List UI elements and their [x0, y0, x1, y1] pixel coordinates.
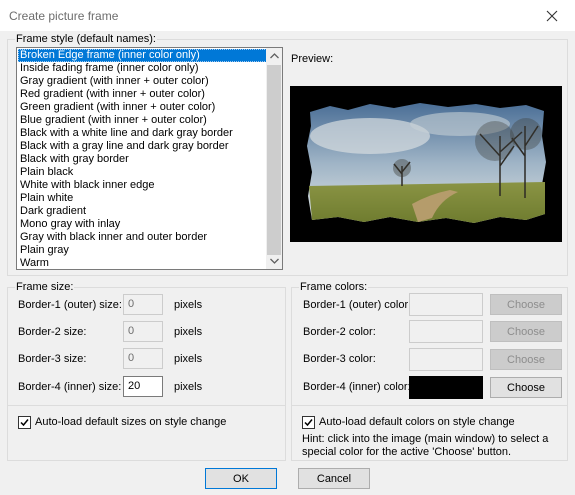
- window-title: Create picture frame: [9, 9, 119, 23]
- border1-size-input[interactable]: 0: [123, 294, 163, 315]
- frame-style-list-item[interactable]: Red gradient (with inner + outer color): [18, 88, 267, 101]
- chevron-up-icon: [269, 53, 279, 59]
- frame-style-legend: Frame style (default names):: [15, 33, 157, 45]
- border2-color-swatch: [409, 320, 483, 343]
- frame-style-list-item[interactable]: Inside fading frame (inner color only): [18, 62, 267, 75]
- frame-style-list-item[interactable]: Mono gray with inlay: [18, 218, 267, 231]
- border2-size-label: Border-2 size:: [18, 326, 87, 338]
- frame-style-list-item[interactable]: Plain gray: [18, 244, 267, 257]
- border2-choose-button[interactable]: Choose: [490, 321, 562, 342]
- frame-style-list-item[interactable]: Gray with black inner and outer border: [18, 231, 267, 244]
- scroll-down-button[interactable]: [266, 253, 282, 269]
- close-button[interactable]: [529, 0, 575, 31]
- border3-size-input[interactable]: 0: [123, 348, 163, 369]
- autoload-sizes-label[interactable]: Auto-load default sizes on style change: [35, 416, 226, 428]
- border1-color-swatch: [409, 293, 483, 316]
- autoload-sizes-checkbox[interactable]: [18, 416, 31, 429]
- border1-color-label: Border-1 (outer) color:: [303, 299, 412, 311]
- preview-label: Preview:: [291, 53, 334, 65]
- frame-colors-legend: Frame colors:: [299, 281, 369, 293]
- border4-size-label: Border-4 (inner) size:: [18, 381, 122, 393]
- border4-choose-button[interactable]: Choose: [490, 377, 562, 398]
- border2-size-unit: pixels: [174, 326, 203, 338]
- border3-size-unit: pixels: [174, 353, 203, 365]
- cancel-button[interactable]: Cancel: [298, 468, 370, 489]
- frame-style-list-item[interactable]: Plain white: [18, 192, 267, 205]
- scroll-thumb[interactable]: [267, 65, 281, 255]
- border1-size-unit: pixels: [174, 299, 203, 311]
- preview-image: [290, 86, 562, 242]
- frame-size-legend: Frame size:: [15, 281, 75, 293]
- title-bar: Create picture frame: [0, 0, 575, 31]
- border4-size-unit: pixels: [174, 381, 203, 393]
- border3-color-swatch: [409, 348, 483, 371]
- frame-style-list-item[interactable]: White with black inner edge: [18, 179, 267, 192]
- border3-color-label: Border-3 color:: [303, 353, 376, 365]
- border2-color-label: Border-2 color:: [303, 326, 376, 338]
- frame-style-list-item[interactable]: Black with a white line and dark gray bo…: [18, 127, 267, 140]
- checkmark-icon: [20, 419, 29, 427]
- list-scrollbar[interactable]: [266, 48, 282, 269]
- hint-line-1: Hint: click into the image (main window)…: [302, 433, 549, 445]
- ok-button[interactable]: OK: [205, 468, 277, 489]
- border4-color-swatch: [409, 376, 483, 399]
- autoload-colors-label[interactable]: Auto-load default colors on style change: [319, 416, 515, 428]
- border3-choose-button[interactable]: Choose: [490, 349, 562, 370]
- frame-style-list-item[interactable]: Green gradient (with inner + outer color…: [18, 101, 267, 114]
- frame-style-list-item[interactable]: Black with gray border: [18, 153, 267, 166]
- frame-style-list-item[interactable]: Black with a gray line and dark gray bor…: [18, 140, 267, 153]
- border3-size-label: Border-3 size:: [18, 353, 87, 365]
- landscape-preview-image: [307, 103, 546, 223]
- frame-style-list-item[interactable]: Gray gradient (with inner + outer color): [18, 75, 267, 88]
- autoload-colors-checkbox[interactable]: [302, 416, 315, 429]
- frame-style-list-item[interactable]: Dark gradient: [18, 205, 267, 218]
- chevron-down-icon: [269, 258, 279, 264]
- frame-style-list-item[interactable]: Blue gradient (with inner + outer color): [18, 114, 267, 127]
- size-autoload-section: [7, 405, 286, 461]
- checkmark-icon: [304, 419, 313, 427]
- frame-style-list-item[interactable]: Broken Edge frame (inner color only): [18, 49, 267, 62]
- border1-choose-button[interactable]: Choose: [490, 294, 562, 315]
- hint-line-2: special color for the active 'Choose' bu…: [302, 446, 512, 458]
- border4-color-label: Border-4 (inner) color:: [303, 381, 411, 393]
- border2-size-input[interactable]: 0: [123, 321, 163, 342]
- frame-style-list-item[interactable]: Warm: [18, 257, 267, 269]
- close-icon: [546, 10, 558, 21]
- border1-size-label: Border-1 (outer) size:: [18, 299, 122, 311]
- frame-style-list-item[interactable]: Plain black: [18, 166, 267, 179]
- scroll-up-button[interactable]: [266, 48, 282, 64]
- frame-style-list[interactable]: Broken Edge frame (inner color only) Insi…: [16, 47, 283, 270]
- frame-style-items: Broken Edge frame (inner color only) Insi…: [18, 49, 267, 269]
- border4-size-input[interactable]: 20: [123, 376, 163, 397]
